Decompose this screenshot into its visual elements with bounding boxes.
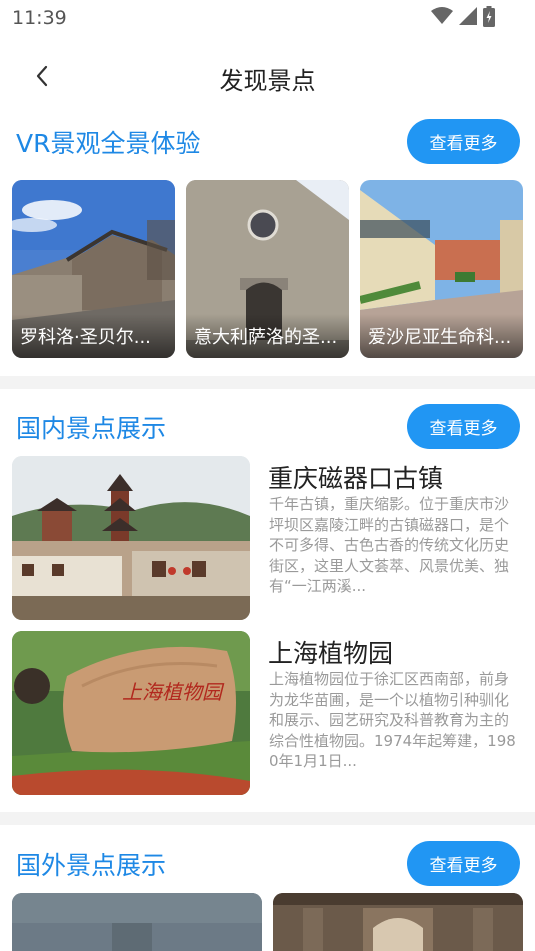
international-card[interactable] — [273, 893, 523, 951]
domestic-item-name: 重庆磁器口古镇 — [268, 464, 444, 493]
nav-bar: 发现景点 — [0, 44, 535, 110]
vr-card[interactable]: 意大利萨洛的圣... — [186, 180, 349, 358]
battery-charging-icon — [483, 5, 495, 31]
domestic-item-image — [12, 456, 250, 620]
domestic-item-desc: 上海植物园位于徐汇区西南部，前身为龙华苗圃，是一个以植物引种驯化和展示、园艺研究… — [269, 670, 516, 770]
page-title: 发现景点 — [219, 67, 316, 95]
vr-card-label-text: 爱沙尼亚生命科... — [368, 327, 512, 348]
international-section-title: 国外景点展示 — [16, 851, 167, 880]
domestic-item-image: 上海植物园 — [12, 631, 250, 795]
vr-card-label: 罗科洛·圣贝尔... — [12, 314, 175, 358]
status-bar: 11:39 — [0, 0, 535, 36]
vr-card-label: 爱沙尼亚生命科... — [360, 314, 523, 358]
domestic-section-title: 国内景点展示 — [16, 414, 167, 443]
status-time: 11:39 — [12, 7, 67, 29]
section-divider — [0, 376, 535, 389]
international-more-button[interactable]: 查看更多 — [407, 841, 520, 886]
cellular-signal-icon — [459, 7, 477, 29]
international-card[interactable] — [12, 893, 262, 951]
vr-card-label-text: 罗科洛·圣贝尔... — [20, 327, 151, 348]
section-divider — [0, 812, 535, 825]
vr-card[interactable]: 爱沙尼亚生命科... — [360, 180, 523, 358]
vr-card-label-text: 意大利萨洛的圣... — [194, 327, 338, 348]
domestic-item-name: 上海植物园 — [268, 639, 394, 668]
international-image — [12, 893, 262, 951]
domestic-item[interactable]: 上海植物园 上海植物园 上海植物园位于徐汇区西南部，前身为龙华苗圃，是一个以植物… — [12, 631, 522, 796]
domestic-more-button[interactable]: 查看更多 — [407, 404, 520, 449]
vr-card[interactable]: 罗科洛·圣贝尔... — [12, 180, 175, 358]
domestic-item-desc: 千年古镇，重庆缩影。位于重庆市沙坪坝区嘉陵江畔的古镇磁器口，是个不可多得、古色古… — [269, 495, 510, 595]
vr-card-label: 意大利萨洛的圣... — [186, 314, 349, 358]
wifi-icon — [431, 7, 453, 29]
domestic-item[interactable]: 重庆磁器口古镇 千年古镇，重庆缩影。位于重庆市沙坪坝区嘉陵江畔的古镇磁器口，是个… — [12, 456, 522, 621]
vr-more-button[interactable]: 查看更多 — [407, 119, 520, 164]
status-icons — [431, 5, 495, 31]
international-image — [273, 893, 523, 951]
stone-inscription: 上海植物园 — [122, 680, 225, 704]
vr-section-title: VR景观全景体验 — [16, 129, 201, 158]
